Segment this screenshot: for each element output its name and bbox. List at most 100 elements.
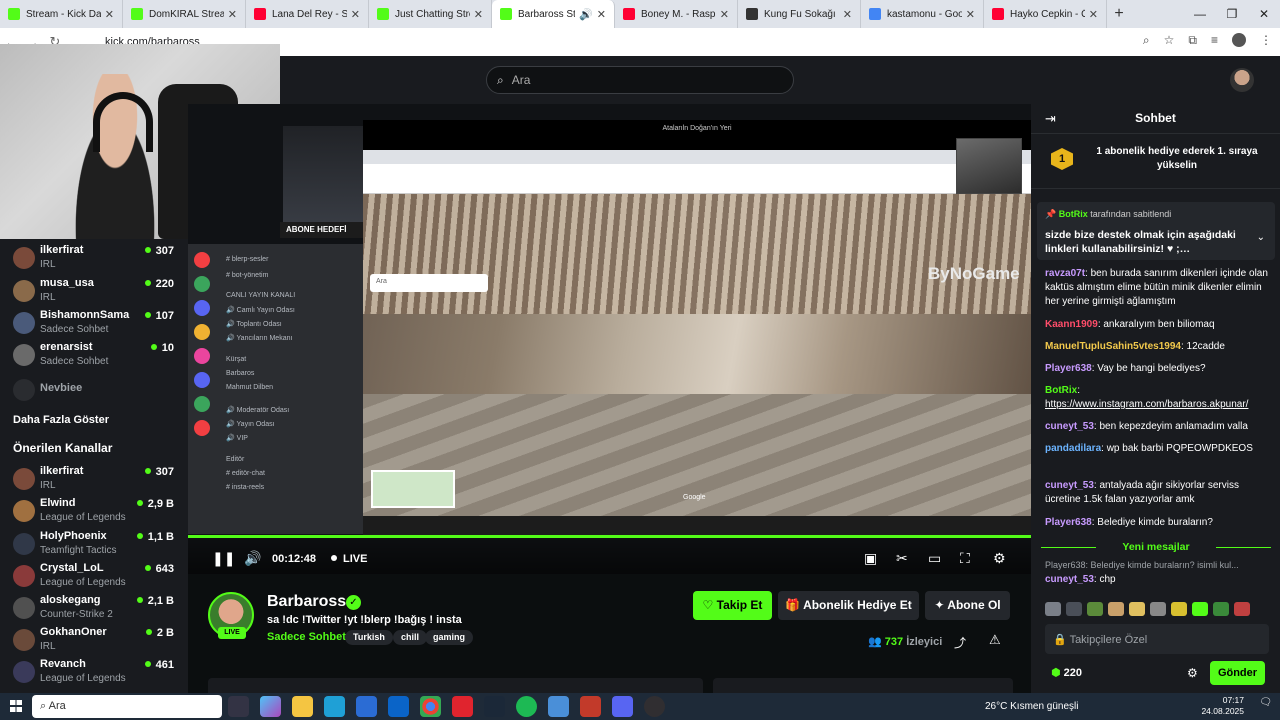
recommended-channel[interactable]: ilkerfirat IRL 307 [0, 464, 188, 494]
gift-leaderboard-banner[interactable]: 1 1 abonelik hediye ederek 1. sıraya yük… [1031, 134, 1280, 189]
browser-tab[interactable]: DomKIRAL Stream - Y ✕ [123, 0, 246, 28]
chrome-icon[interactable] [420, 696, 441, 717]
chat-username[interactable]: pandadilara [1045, 443, 1101, 454]
emote-icon[interactable] [1150, 602, 1166, 616]
recommended-channel[interactable]: GokhanOner IRL 2 B [0, 625, 188, 655]
browser-tab[interactable]: Just Chatting Stream ✕ [369, 0, 492, 28]
chat-username[interactable]: cuneyt_53 [1045, 480, 1094, 491]
minimize-button[interactable]: — [1184, 0, 1216, 28]
volume-icon[interactable]: 🔊 [244, 550, 261, 567]
store-icon[interactable] [356, 696, 377, 717]
followed-channel[interactable]: musa_usa IRL 220 [0, 276, 188, 306]
bookmark-star-icon[interactable]: ☆ [1164, 33, 1175, 48]
chat-username[interactable]: ManuelTupluSahin5vtes1994 [1045, 341, 1181, 352]
tag-pill[interactable]: chill [393, 630, 428, 645]
emote-icon[interactable] [1108, 602, 1124, 616]
zoom-icon[interactable]: ⌕ [1143, 33, 1150, 48]
taskbar-search[interactable]: ⌕ Ara [32, 695, 222, 718]
app-icon[interactable] [580, 696, 601, 717]
chat-username[interactable]: BotRix [1045, 385, 1077, 396]
close-tab-icon[interactable]: ✕ [228, 8, 237, 21]
stream-category-link[interactable]: Sadece Sohbet [267, 631, 346, 643]
chat-username[interactable]: cuneyt_53 [1045, 574, 1094, 585]
emote-icon[interactable] [1171, 602, 1187, 616]
close-tab-icon[interactable]: ✕ [843, 8, 852, 21]
chat-input[interactable]: 🔒 Takipçilere Özel [1045, 624, 1269, 654]
browser-tab[interactable]: Lana Del Rey - Summ ✕ [246, 0, 369, 28]
extensions-icon[interactable]: ⧉ [1188, 33, 1197, 48]
browser-tab[interactable]: Hayko Cepkin - Ölüy ✕ [984, 0, 1107, 28]
chat-username[interactable]: Player638 [1045, 517, 1092, 528]
search-input[interactable]: ⌕ Ara [486, 66, 794, 94]
channel-points[interactable]: ⬢ 220 [1051, 666, 1082, 679]
maximize-button[interactable]: ❐ [1216, 0, 1248, 28]
spotify-icon[interactable] [516, 696, 537, 717]
clip-icon[interactable]: ✂ [896, 550, 908, 567]
chevron-down-icon[interactable]: ⌄ [1257, 232, 1265, 243]
system-clock[interactable]: 07:17 24.08.2025 [1196, 695, 1244, 717]
notifications-icon[interactable]: 🗨 [1259, 697, 1272, 708]
emote-icon[interactable] [1213, 602, 1229, 616]
chat-username[interactable]: Kaann1909 [1045, 319, 1098, 330]
share-icon[interactable]: ⤴ [954, 634, 966, 651]
recommended-channel[interactable]: Revanch League of Legends 461 [0, 657, 188, 687]
new-tab-button[interactable]: + [1107, 5, 1131, 23]
close-tab-icon[interactable]: ✕ [1089, 8, 1098, 21]
subscribe-button[interactable]: ✦ Abone Ol [925, 591, 1010, 620]
emote-icon[interactable] [1129, 602, 1145, 616]
file-explorer-icon[interactable] [292, 696, 313, 717]
send-button[interactable]: Gönder [1210, 661, 1265, 685]
new-messages-divider[interactable]: Yeni mesajlar [1041, 541, 1271, 553]
pinned-message[interactable]: 📌 BotRix tarafından sabitlendi sizde biz… [1037, 202, 1275, 260]
media-control-icon[interactable]: ≡ [1211, 33, 1218, 48]
pause-icon[interactable]: ❚❚ [212, 550, 235, 567]
followed-channel-offline[interactable]: Nevbiee [0, 375, 188, 405]
emote-icon[interactable] [1192, 602, 1208, 616]
browser-menu-icon[interactable]: ⋮ [1260, 33, 1272, 48]
tag-pill[interactable]: Turkish [345, 630, 393, 645]
copilot-icon[interactable] [260, 696, 281, 717]
profile-avatar[interactable] [1232, 33, 1246, 47]
obs-icon[interactable] [644, 696, 665, 717]
close-tab-icon[interactable]: ✕ [351, 8, 360, 21]
follow-button[interactable]: ♡ Takip Et [693, 591, 772, 620]
tag-pill[interactable]: gaming [425, 630, 474, 645]
close-tab-icon[interactable]: ✕ [105, 8, 114, 21]
browser-tab[interactable]: Boney M. - Rasputin ✕ [615, 0, 738, 28]
theater-mode-icon[interactable]: ▣ [864, 550, 877, 567]
recommended-channel[interactable]: Crystal_LoL League of Legends 643 [0, 561, 188, 591]
close-tab-icon[interactable]: ✕ [597, 8, 606, 21]
app-icon[interactable] [548, 696, 569, 717]
close-tab-icon[interactable]: ✕ [966, 8, 975, 21]
close-tab-icon[interactable]: ✕ [474, 8, 483, 21]
chat-username[interactable]: cuneyt_53 [1045, 421, 1094, 432]
edge-icon[interactable] [324, 696, 345, 717]
browser-tab[interactable]: Stream - Kick Dashbo ✕ [0, 0, 123, 28]
weather-widget[interactable]: 26°C Kısmen güneşli [985, 701, 1079, 712]
chat-settings-icon[interactable]: ⚙ [1187, 666, 1198, 680]
close-tab-icon[interactable]: ✕ [720, 8, 729, 21]
task-view-icon[interactable] [228, 696, 249, 717]
emote-icon[interactable] [1234, 602, 1250, 616]
report-warning-icon[interactable]: ⚠ [989, 632, 1001, 648]
recommended-channel[interactable]: HolyPhoenix Teamfight Tactics 1,1 B [0, 529, 188, 559]
channel-name[interactable]: Barbaross [267, 593, 346, 611]
chat-username[interactable]: Player638 [1045, 363, 1092, 374]
windows-start-icon[interactable] [10, 700, 22, 712]
mini-player-icon[interactable]: ▭ [928, 550, 941, 567]
emote-icon[interactable] [1087, 602, 1103, 616]
chat-username[interactable]: ravza07t [1045, 268, 1085, 279]
browser-tab[interactable]: kastamonu - Google ✕ [861, 0, 984, 28]
followed-channel[interactable]: ilkerfirat IRL 307 [0, 243, 188, 273]
emote-icon[interactable] [1066, 602, 1082, 616]
emote-icon[interactable] [1045, 602, 1061, 616]
recommended-channel[interactable]: aloskegang Counter-Strike 2 2,1 B [0, 593, 188, 623]
browser-tab[interactable]: Kung Fu Sokağı izle ✕ [738, 0, 861, 28]
gift-sub-button[interactable]: 🎁 Abonelik Hediye Et [778, 591, 919, 620]
settings-gear-icon[interactable]: ⚙ [993, 550, 1006, 567]
user-avatar[interactable] [1230, 68, 1254, 92]
recommended-channel[interactable]: Elwind League of Legends 2,9 B [0, 496, 188, 526]
show-more-link[interactable]: Daha Fazla Göster [13, 414, 109, 426]
fullscreen-icon[interactable]: ⛶ [960, 550, 970, 567]
speaker-icon[interactable]: 🔊 [579, 8, 593, 21]
